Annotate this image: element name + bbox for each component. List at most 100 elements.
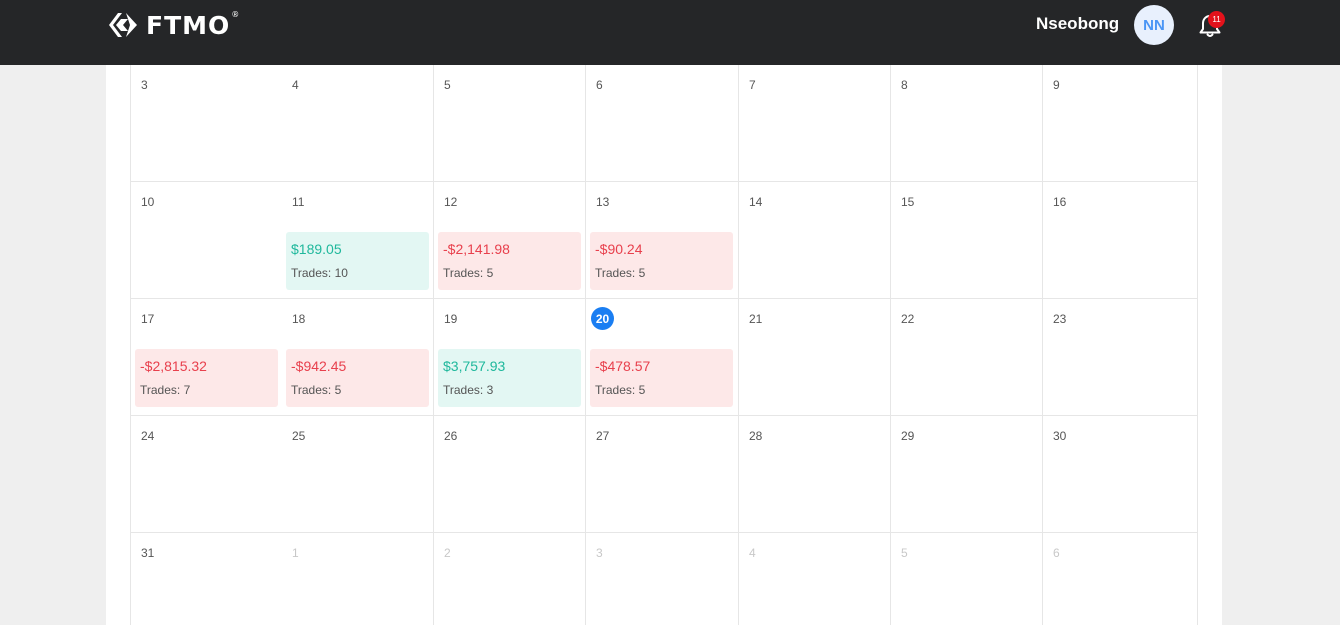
calendar-day-cell[interactable]: 2 bbox=[434, 533, 586, 625]
day-number: 21 bbox=[749, 312, 763, 326]
calendar-day-cell[interactable]: 1 bbox=[282, 533, 434, 625]
day-number: 13 bbox=[596, 195, 610, 209]
daily-pnl-card[interactable]: -$90.24 Trades: 5 bbox=[590, 232, 733, 290]
day-number: 5 bbox=[444, 78, 451, 92]
day-number: 8 bbox=[901, 78, 908, 92]
day-number: 14 bbox=[749, 195, 763, 209]
calendar-day-cell[interactable]: 13 -$90.24 Trades: 5 bbox=[586, 182, 739, 299]
calendar-day-cell[interactable]: 4 bbox=[282, 65, 434, 182]
daily-pnl-card[interactable]: -$478.57 Trades: 5 bbox=[590, 349, 733, 407]
day-number: 18 bbox=[292, 312, 306, 326]
calendar-day-cell[interactable]: 5 bbox=[434, 65, 586, 182]
calendar-day-cell[interactable]: 23 bbox=[1043, 299, 1198, 416]
calendar-day-cell[interactable]: 3 bbox=[586, 533, 739, 625]
trades-count: Trades: 10 bbox=[291, 266, 348, 280]
day-number: 4 bbox=[749, 546, 756, 560]
day-number: 7 bbox=[749, 78, 756, 92]
day-number: 2 bbox=[444, 546, 451, 560]
day-number: 24 bbox=[141, 429, 155, 443]
ftmo-logo[interactable]: FTMO ® bbox=[106, 9, 239, 41]
calendar-day-cell[interactable]: 11 $189.05 Trades: 10 bbox=[282, 182, 434, 299]
calendar-day-cell[interactable]: 7 bbox=[739, 65, 891, 182]
calendar-day-cell[interactable]: 30 bbox=[1043, 416, 1198, 533]
calendar-day-cell[interactable]: 3 bbox=[130, 65, 283, 182]
calendar-day-cell[interactable]: 16 bbox=[1043, 182, 1198, 299]
day-number: 12 bbox=[444, 195, 458, 209]
day-number: 6 bbox=[1053, 546, 1060, 560]
daily-pnl-card[interactable]: $189.05 Trades: 10 bbox=[286, 232, 429, 290]
pnl-amount: $189.05 bbox=[291, 241, 342, 257]
daily-pnl-card[interactable]: -$942.45 Trades: 5 bbox=[286, 349, 429, 407]
daily-pnl-card[interactable]: -$2,141.98 Trades: 5 bbox=[438, 232, 581, 290]
day-number: 3 bbox=[596, 546, 603, 560]
calendar-day-cell[interactable]: 18 -$942.45 Trades: 5 bbox=[282, 299, 434, 416]
calendar-day-cell[interactable]: 19 $3,757.93 Trades: 3 bbox=[434, 299, 586, 416]
day-number: 29 bbox=[901, 429, 915, 443]
calendar-day-cell[interactable]: 22 bbox=[891, 299, 1043, 416]
day-number: 16 bbox=[1053, 195, 1067, 209]
calendar-day-cell[interactable]: 5 bbox=[891, 533, 1043, 625]
calendar-day-cell[interactable]: 12 -$2,141.98 Trades: 5 bbox=[434, 182, 586, 299]
day-number: 15 bbox=[901, 195, 915, 209]
day-number: 5 bbox=[901, 546, 908, 560]
calendar-day-cell[interactable]: 8 bbox=[891, 65, 1043, 182]
day-number: 3 bbox=[141, 78, 148, 92]
today-day-number: 20 bbox=[591, 307, 614, 330]
calendar-day-cell[interactable]: 14 bbox=[739, 182, 891, 299]
day-number: 30 bbox=[1053, 429, 1067, 443]
calendar-day-cell[interactable]: 6 bbox=[1043, 533, 1198, 625]
day-number: 23 bbox=[1053, 312, 1067, 326]
day-number: 10 bbox=[141, 195, 155, 209]
registered-mark: ® bbox=[231, 9, 240, 19]
day-number: 31 bbox=[141, 546, 155, 560]
day-number: 22 bbox=[901, 312, 915, 326]
trades-count: Trades: 5 bbox=[595, 266, 646, 280]
calendar-day-cell[interactable]: 21 bbox=[739, 299, 891, 416]
day-number: 28 bbox=[749, 429, 763, 443]
calendar-day-cell[interactable]: 15 bbox=[891, 182, 1043, 299]
calendar-day-cell[interactable]: 26 bbox=[434, 416, 586, 533]
calendar-day-cell[interactable]: 25 bbox=[282, 416, 434, 533]
brand-name: FTMO bbox=[146, 10, 231, 40]
trades-count: Trades: 7 bbox=[140, 383, 191, 397]
trades-count: Trades: 3 bbox=[443, 383, 494, 397]
trades-count: Trades: 5 bbox=[595, 383, 646, 397]
daily-pnl-card[interactable]: $3,757.93 Trades: 3 bbox=[438, 349, 581, 407]
day-number: 4 bbox=[292, 78, 299, 92]
calendar-day-cell[interactable]: 24 bbox=[130, 416, 283, 533]
day-number: 17 bbox=[141, 312, 155, 326]
day-number: 9 bbox=[1053, 78, 1060, 92]
calendar-day-cell[interactable]: 27 bbox=[586, 416, 739, 533]
pnl-amount: -$942.45 bbox=[291, 358, 347, 374]
day-number: 25 bbox=[292, 429, 306, 443]
trades-count: Trades: 5 bbox=[291, 383, 342, 397]
day-number: 1 bbox=[292, 546, 299, 560]
pnl-amount: -$90.24 bbox=[595, 241, 643, 257]
day-number: 6 bbox=[596, 78, 603, 92]
calendar-day-cell[interactable]: 4 bbox=[739, 533, 891, 625]
pnl-amount: -$478.57 bbox=[595, 358, 651, 374]
day-number: 19 bbox=[444, 312, 458, 326]
trades-count: Trades: 5 bbox=[443, 266, 494, 280]
user-name[interactable]: Nseobong bbox=[1036, 14, 1119, 34]
notification-count-badge: 11 bbox=[1208, 11, 1225, 28]
day-number: 27 bbox=[596, 429, 610, 443]
pnl-amount: $3,757.93 bbox=[443, 358, 506, 374]
ftmo-logo-icon bbox=[109, 13, 137, 37]
calendar-day-cell[interactable]: 28 bbox=[739, 416, 891, 533]
calendar-day-cell[interactable]: 10 bbox=[130, 182, 283, 299]
user-avatar[interactable]: NN bbox=[1134, 5, 1174, 45]
day-number: 11 bbox=[292, 195, 305, 209]
pnl-amount: -$2,141.98 bbox=[443, 241, 510, 257]
calendar-day-cell[interactable]: 31 bbox=[130, 533, 283, 625]
day-number: 26 bbox=[444, 429, 458, 443]
calendar-grid: 3 4 5 6 7 8 9 10 11 $189.05 Trades: 10 12 -$2,141.98… bbox=[130, 65, 1198, 625]
calendar-day-cell[interactable]: 17 -$2,815.32 Trades: 7 bbox=[130, 299, 283, 416]
calendar-day-cell[interactable]: 20 -$478.57 Trades: 5 bbox=[586, 299, 739, 416]
calendar-day-cell[interactable]: 9 bbox=[1043, 65, 1198, 182]
calendar-day-cell[interactable]: 6 bbox=[586, 65, 739, 182]
top-navbar: FTMO ® Nseobong NN 11 bbox=[0, 0, 1340, 65]
calendar-day-cell[interactable]: 29 bbox=[891, 416, 1043, 533]
daily-pnl-card[interactable]: -$2,815.32 Trades: 7 bbox=[135, 349, 278, 407]
pnl-amount: -$2,815.32 bbox=[140, 358, 207, 374]
